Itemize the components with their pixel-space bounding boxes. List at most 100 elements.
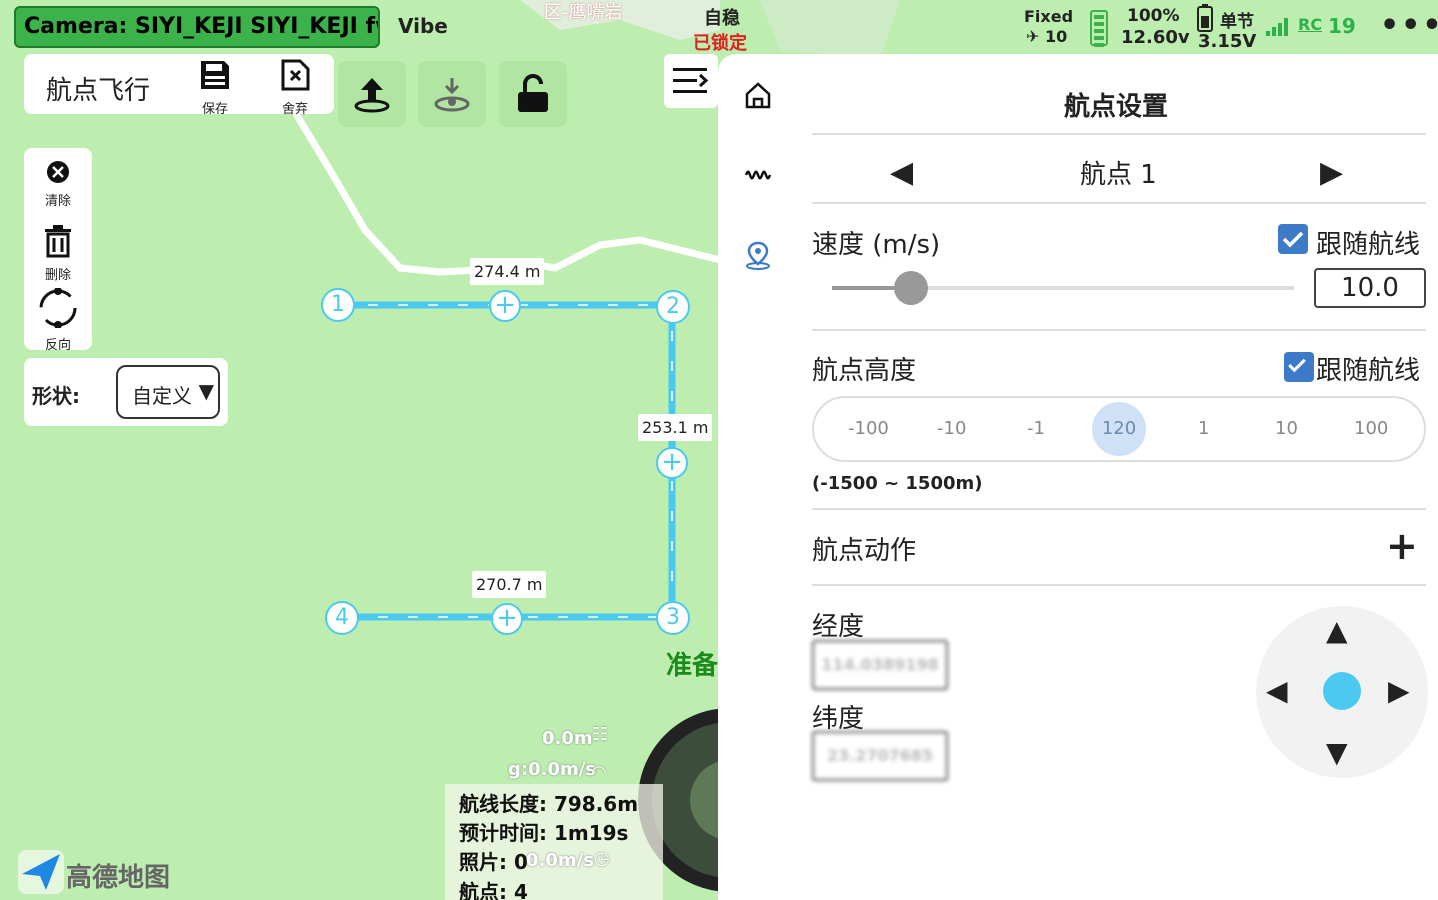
altitude-follow-label: 跟随航线 (1316, 356, 1421, 386)
save-button[interactable]: 保存 (190, 58, 240, 117)
altitude-step-minus10[interactable]: -10 (937, 418, 966, 439)
shape-label: 形状: (32, 384, 80, 408)
prev-waypoint-button[interactable]: ◀ (890, 155, 913, 190)
triangle-left-icon: ◀ (890, 155, 914, 190)
altitude-label: 航点高度 (812, 356, 917, 386)
altitude-step-minus1[interactable]: -1 (1027, 418, 1045, 439)
dpad-left-button[interactable]: ◀ (1266, 674, 1288, 707)
checkmark-icon (1288, 358, 1306, 373)
add-waypoint-icon[interactable]: + (489, 290, 521, 322)
latitude-input[interactable]: 23.2707685 (812, 731, 948, 781)
triangle-right-icon: ▶ (1388, 674, 1410, 707)
gps-fix-status: Fixed (1024, 7, 1074, 26)
arm-status: 已锁定 (693, 33, 747, 54)
map-brand: 高德地图 (66, 863, 171, 893)
speed-follow-checkbox[interactable] (1278, 224, 1308, 254)
altitude-icon: ☷ (592, 724, 609, 745)
amap-logo-icon (18, 850, 64, 894)
more-menu-button[interactable]: ••• (1380, 8, 1438, 43)
altitude-step-minus100[interactable]: -100 (848, 418, 889, 439)
plus-icon: + (1386, 524, 1418, 568)
dpad-center-button[interactable] (1323, 672, 1361, 710)
altitude-follow-checkbox[interactable] (1284, 352, 1314, 382)
waypoint-count: 航点: 4 (459, 880, 528, 900)
save-icon (201, 61, 229, 89)
triangle-right-icon: ▶ (1320, 155, 1344, 190)
panel-toggle-button[interactable] (664, 54, 718, 108)
reverse-button[interactable]: 反向 (24, 287, 92, 353)
waypoint-name: 航点 1 (1080, 160, 1157, 190)
segment-distance-label: 274.4 m (470, 258, 545, 285)
segment-distance-label: 253.1 m (638, 414, 713, 441)
download-mission-button[interactable] (418, 61, 486, 127)
waypoint-marker-3[interactable]: 3 (656, 601, 690, 635)
ground-speed-readout: g:0.0m/s (508, 759, 597, 780)
speed-label: 速度 (m/s) (812, 230, 941, 260)
add-waypoint-icon[interactable]: + (656, 447, 688, 479)
clock-icon: ◷ (594, 848, 610, 869)
download-drone-icon (434, 78, 470, 112)
waypoint-marker-2[interactable]: 2 (656, 290, 690, 324)
longitude-label: 经度 (812, 612, 865, 642)
rc-value: 19 (1328, 14, 1356, 38)
discard-button[interactable]: 舍弃 (270, 58, 320, 117)
flight-mode[interactable]: 自稳 (704, 4, 740, 30)
waveform-icon[interactable] (744, 162, 772, 188)
location-pin-icon[interactable] (744, 240, 772, 270)
speed-slider-thumb[interactable] (893, 271, 928, 305)
battery-icon (1090, 10, 1108, 47)
altitude-current-value[interactable]: 120 (1092, 402, 1146, 456)
waypoint-action-label: 航点动作 (812, 536, 917, 566)
add-action-button[interactable]: + (1386, 524, 1418, 568)
upload-mission-button[interactable] (338, 61, 406, 127)
unlock-icon (518, 74, 548, 112)
dpad-right-button[interactable]: ▶ (1388, 674, 1410, 707)
speed-follow-label: 跟随航线 (1316, 230, 1421, 260)
rc-signal-icon (1266, 18, 1288, 36)
divider (812, 329, 1426, 331)
rc-label: RC (1298, 15, 1323, 34)
next-waypoint-button[interactable]: ▶ (1320, 155, 1343, 190)
triangle-left-icon: ◀ (1266, 674, 1288, 707)
vibe-indicator[interactable]: Vibe (398, 14, 448, 38)
divider (812, 202, 1426, 204)
latitude-label: 纬度 (812, 704, 865, 734)
edit-tools: 清除 删除 反向 (24, 148, 92, 353)
route-length: 航线长度: 798.6m (459, 792, 639, 816)
dropdown-arrow-icon: ▼ (198, 379, 214, 403)
altitude-step-plus100[interactable]: 100 (1354, 418, 1388, 439)
waypoint-marker-4[interactable]: 4 (325, 601, 359, 635)
speedometer-icon: ◠ (592, 762, 606, 783)
menu-collapse-icon (673, 68, 709, 93)
altitude-step-plus10[interactable]: 10 (1275, 418, 1298, 439)
mission-title: 航点飞行 (46, 76, 151, 106)
battery-percent: 100% (1127, 6, 1180, 26)
camera-status[interactable]: Camera: SIYI_KEJI SIYI_KEJI fw:3 (14, 6, 380, 48)
discard-icon (281, 59, 310, 91)
cell-voltage: 3.15V (1198, 31, 1257, 52)
dpad-up-button[interactable]: ▲ (1326, 614, 1348, 647)
checkmark-icon (1282, 231, 1304, 248)
satellite-icon: ✈ (1026, 27, 1040, 46)
lock-button[interactable] (499, 61, 567, 127)
triangle-down-icon: ▼ (1326, 736, 1348, 769)
segment-distance-label: 270.7 m (472, 571, 547, 598)
battery-voltage: 12.60v (1121, 27, 1190, 48)
divider (812, 508, 1426, 510)
longitude-input[interactable]: 114.0389198 (812, 640, 948, 690)
clear-button[interactable]: 清除 (24, 160, 92, 209)
shape-dropdown[interactable]: 自定义 ▼ (116, 365, 220, 419)
altitude-range: (-1500 ~ 1500m) (812, 473, 983, 494)
satellite-count: ✈ 10 (1026, 27, 1068, 46)
reverse-icon (39, 287, 77, 329)
upload-icon (354, 78, 390, 113)
waypoint-marker-1[interactable]: 1 (321, 288, 355, 322)
estimated-time: 预计时间: 1m19s (459, 821, 629, 845)
home-icon[interactable] (744, 80, 772, 110)
dpad-down-button[interactable]: ▼ (1326, 736, 1348, 769)
trash-icon (45, 225, 71, 258)
speed-input[interactable]: 10.0 (1314, 268, 1426, 308)
add-waypoint-icon[interactable]: + (491, 603, 523, 635)
delete-button[interactable]: 删除 (24, 224, 92, 283)
altitude-step-plus1[interactable]: 1 (1198, 418, 1209, 439)
